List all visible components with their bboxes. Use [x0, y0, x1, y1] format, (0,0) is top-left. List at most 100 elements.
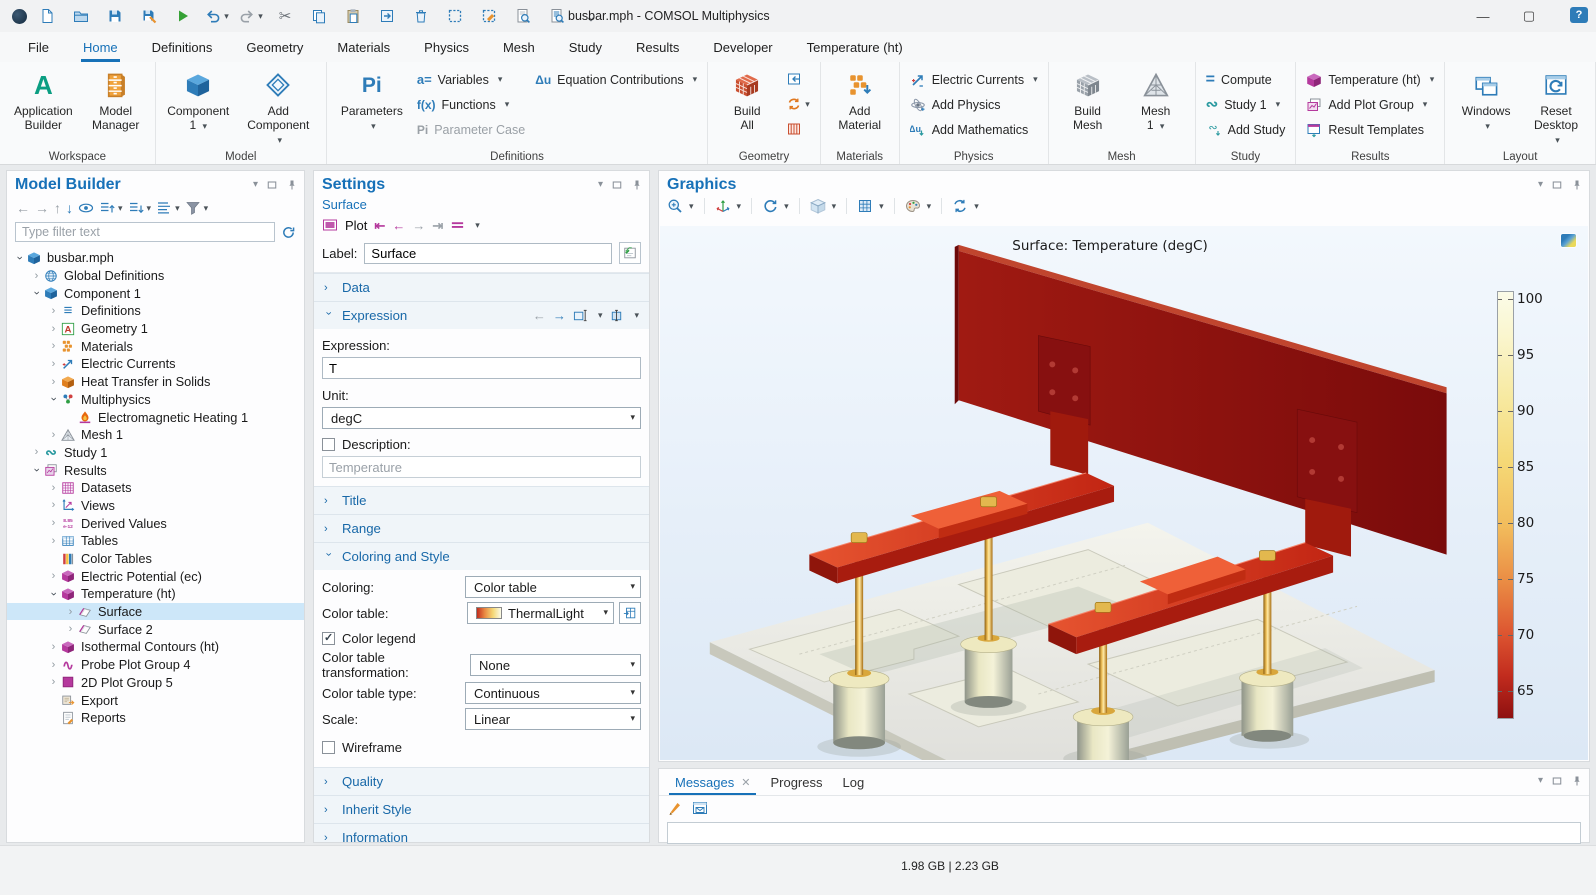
windows-button[interactable]: Windows ▾: [1455, 66, 1517, 135]
new-file-button[interactable]: [37, 6, 57, 26]
component-1-button[interactable]: Component1 ▾: [166, 66, 231, 135]
section-coloring[interactable]: ›Coloring and Style: [314, 542, 649, 570]
section-expression[interactable]: ›Expression ← → ▾ ▾: [314, 301, 649, 329]
menu-materials[interactable]: Materials: [335, 34, 392, 61]
expression-input[interactable]: [322, 357, 641, 379]
move-down-button[interactable]: ↓: [65, 200, 74, 216]
expander-icon[interactable]: ›: [48, 393, 60, 406]
add-plot-group-button[interactable]: Add Plot Group▾: [1306, 93, 1434, 116]
expander-icon[interactable]: ›: [47, 659, 60, 671]
description-checkbox[interactable]: [322, 438, 335, 451]
expander-icon[interactable]: ›: [47, 358, 60, 370]
tree-item-global-definitions[interactable]: ›Global Definitions: [7, 267, 304, 285]
expander-icon[interactable]: ›: [47, 323, 60, 335]
close-tab-icon[interactable]: ✕: [741, 776, 750, 789]
expander-icon[interactable]: ›: [47, 482, 60, 494]
color-table-type-dropdown[interactable]: Continuous: [465, 682, 641, 704]
move-up-button[interactable]: ↑: [53, 200, 62, 216]
select-box-button[interactable]: [445, 6, 465, 26]
add-study-button[interactable]: ∾Add Study: [1206, 118, 1286, 141]
show-button[interactable]: [77, 199, 95, 217]
panel-float-icon[interactable]: [1551, 775, 1563, 787]
transform-dropdown[interactable]: None: [470, 654, 641, 676]
tree-item-2d-plot-group-5[interactable]: ›2D Plot Group 5: [7, 674, 304, 692]
expander-icon[interactable]: ›: [47, 429, 60, 441]
tree-item-electric-currents[interactable]: ›Electric Currents: [7, 355, 304, 373]
go-back-button[interactable]: ←: [15, 200, 31, 216]
plot-first-icon[interactable]: ⇤: [374, 219, 385, 232]
color-legend-checkbox[interactable]: [322, 632, 335, 645]
menu-geometry[interactable]: Geometry: [244, 34, 305, 61]
redo-button[interactable]: ▾: [241, 6, 261, 26]
preview-doc-button[interactable]: [513, 6, 533, 26]
help-button[interactable]: ?: [1570, 7, 1588, 23]
expander-icon[interactable]: ›: [47, 570, 60, 582]
save-button[interactable]: [105, 6, 125, 26]
tree-item-component-1[interactable]: ›Component 1: [7, 284, 304, 302]
tree-item-electric-potential-ec[interactable]: ›Electric Potential (ec): [7, 567, 304, 585]
graphics-canvas[interactable]: Surface: Temperature (degC) 100959085807…: [660, 226, 1588, 760]
minimize-button[interactable]: —: [1472, 9, 1494, 24]
add-physics-button[interactable]: Add Physics: [910, 93, 1038, 116]
clear-messages-button[interactable]: [667, 800, 683, 816]
add-material-button[interactable]: AddMaterial: [831, 66, 889, 134]
parameters-button[interactable]: PiParameters ▾: [337, 66, 407, 135]
menu-mesh[interactable]: Mesh: [501, 34, 537, 61]
tree-item-views[interactable]: ›Views: [7, 497, 304, 515]
expander-icon[interactable]: ›: [47, 376, 60, 388]
result-templates-button[interactable]: Result Templates: [1306, 118, 1434, 141]
tree-item-surface-2[interactable]: ›Surface 2: [7, 620, 304, 638]
section-title[interactable]: ›Title: [314, 486, 649, 514]
menu-results[interactable]: Results: [634, 34, 681, 61]
section-information[interactable]: ›Information: [314, 823, 649, 843]
paste-button[interactable]: [343, 6, 363, 26]
tree-item-probe-plot-group-4[interactable]: ›∿Probe Plot Group 4: [7, 656, 304, 674]
build-all-button[interactable]: BuildAll: [718, 66, 776, 134]
tree-item-multiphysics[interactable]: ›Multiphysics: [7, 391, 304, 409]
view-orientation-button[interactable]: ▾: [715, 198, 742, 214]
tab-progress[interactable]: Progress: [760, 769, 832, 795]
open-file-button[interactable]: [71, 6, 91, 26]
expand-all-button[interactable]: ▾: [98, 199, 124, 217]
expander-icon[interactable]: ›: [47, 641, 60, 653]
go-forward-button[interactable]: →: [34, 200, 50, 216]
expander-icon[interactable]: ›: [30, 270, 43, 282]
build-mesh-button[interactable]: BuildMesh: [1059, 66, 1117, 134]
compute-button[interactable]: =Compute: [1206, 68, 1286, 91]
expander-icon[interactable]: ›: [47, 517, 60, 529]
maximize-button[interactable]: ▢: [1518, 8, 1540, 24]
tree-item-results[interactable]: ›Results: [7, 461, 304, 479]
panel-menu-icon[interactable]: ▾: [1538, 180, 1543, 190]
panel-pin-icon[interactable]: [1571, 179, 1583, 191]
expander-icon[interactable]: ›: [31, 464, 43, 477]
functions-button[interactable]: f(x)Functions▾: [417, 93, 525, 116]
virtual-operations-button[interactable]: [786, 118, 810, 140]
plot-last-icon[interactable]: ⇥: [432, 219, 443, 232]
tree-item-datasets[interactable]: ›Datasets: [7, 479, 304, 497]
expander-icon[interactable]: ›: [47, 499, 60, 511]
tree-item-mesh-1[interactable]: ›Mesh 1: [7, 426, 304, 444]
menu-physics[interactable]: Physics: [422, 34, 471, 61]
transparency-button[interactable]: ▾: [810, 198, 837, 214]
plot-next-icon[interactable]: →: [412, 219, 425, 232]
plot-in-icon[interactable]: [450, 218, 465, 233]
cut-button[interactable]: ✂: [275, 6, 295, 26]
busbar-3d-model[interactable]: [660, 226, 1588, 760]
expander-icon[interactable]: ›: [47, 535, 60, 547]
reset-desktop-button[interactable]: ResetDesktop ▾: [1527, 66, 1585, 149]
undo-button[interactable]: ▾: [207, 6, 227, 26]
model-tree-node-text-button[interactable]: ▾: [155, 199, 181, 217]
expr-prev-icon[interactable]: ←: [533, 309, 546, 322]
plot-previous-icon[interactable]: ←: [392, 219, 405, 232]
tree-item-study-1[interactable]: ›∾Study 1: [7, 444, 304, 462]
open-in-window-button[interactable]: [692, 800, 708, 816]
tree-item-reports[interactable]: Reports: [7, 709, 304, 727]
collapse-all-button[interactable]: ▾: [127, 199, 153, 217]
electric-currents-button[interactable]: Electric Currents▾: [910, 68, 1038, 91]
image-snapshot-icon[interactable]: [1561, 234, 1576, 247]
label-input[interactable]: [364, 243, 612, 264]
replace-expression-icon[interactable]: [573, 308, 588, 323]
duplicate-button[interactable]: [377, 6, 397, 26]
expander-icon[interactable]: ›: [47, 340, 60, 352]
rotate-view-button[interactable]: ▾: [762, 198, 789, 214]
